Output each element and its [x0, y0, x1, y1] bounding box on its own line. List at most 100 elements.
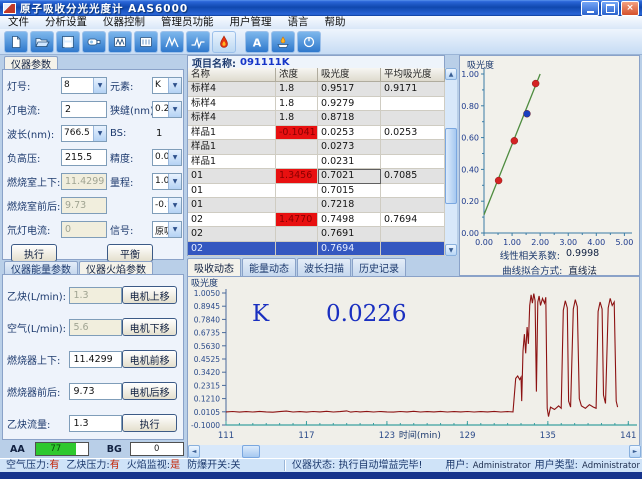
menu-item-6[interactable]: 语言: [280, 16, 317, 29]
chevron-down-icon[interactable]: ▼: [168, 78, 181, 93]
table-row-9[interactable]: 010.7218: [188, 198, 445, 213]
table-row-5[interactable]: 样品10.0273: [188, 140, 445, 155]
param-field-7b[interactable]: 原吸▼: [152, 221, 182, 238]
tab-dynamics-3[interactable]: 波长扫描: [297, 258, 351, 276]
table-row-1[interactable]: 标样41.80.95170.9171: [188, 82, 445, 97]
instrument-status-value: 执行自动增益完毕!: [339, 460, 423, 471]
table-row-12[interactable]: 020.7694: [188, 242, 445, 257]
tab-dynamics-2[interactable]: 能量动态: [242, 258, 296, 276]
column-header-2[interactable]: 浓度: [276, 68, 318, 82]
chevron-down-icon[interactable]: ▼: [168, 174, 181, 189]
auto-gain-button[interactable]: A: [245, 31, 269, 53]
avg-cell: [381, 227, 445, 242]
scroll-thumb[interactable]: [242, 445, 260, 458]
title-bar[interactable]: 原子吸收分光光度计 AAS6000 ×: [0, 0, 642, 16]
table-row-10[interactable]: 021.47700.74980.7694: [188, 213, 445, 228]
scroll-left-icon[interactable]: ◄: [188, 445, 200, 458]
param-field-2b[interactable]: 0.2▼: [152, 101, 182, 118]
project-name-value: 091111K: [240, 57, 290, 68]
menu-item-1[interactable]: 文件: [0, 16, 37, 29]
chevron-down-icon[interactable]: ▼: [168, 102, 181, 117]
scroll-down-icon[interactable]: ▼: [445, 244, 457, 256]
param-row-4: 负高压:215.5精度:0.0000▼: [3, 145, 183, 169]
flame-field-4[interactable]: 9.73: [69, 383, 122, 400]
tab-instrument-params-1[interactable]: 仪器参数: [4, 56, 58, 69]
motor-button-3[interactable]: 电机前移: [122, 350, 177, 368]
save-button[interactable]: [56, 31, 80, 53]
param-field-5b[interactable]: 1.0050▼: [152, 173, 182, 190]
avg-cell: [381, 140, 445, 155]
flame-field-3[interactable]: 11.4299: [69, 351, 122, 368]
scroll-track[interactable]: [445, 80, 457, 244]
tab-dynamics-1[interactable]: 吸收动态: [187, 258, 241, 276]
table-row-8[interactable]: 010.7015: [188, 184, 445, 199]
power-button[interactable]: [297, 31, 321, 53]
param-field-1b[interactable]: K▼: [152, 77, 182, 94]
table-row-7[interactable]: 011.34560.70210.7085: [188, 169, 445, 184]
svg-text:123: 123: [379, 431, 395, 441]
element-lamp-button[interactable]: [108, 31, 132, 53]
tab-left-lower-2[interactable]: 仪器火焰参数: [79, 261, 153, 274]
column-header-3[interactable]: 吸光度: [318, 68, 381, 82]
svg-text:0.80: 0.80: [461, 102, 479, 111]
table-row-3[interactable]: 标样41.80.8718: [188, 111, 445, 126]
flame-button[interactable]: [212, 31, 236, 53]
menu-item-4[interactable]: 管理员功能: [153, 16, 222, 29]
table-scrollbar[interactable]: ▲ ▼: [445, 68, 457, 256]
correlation-value: 0.9998: [566, 248, 599, 262]
param-field-2a[interactable]: 2: [61, 101, 107, 118]
param-field-1a[interactable]: 8▼: [61, 77, 107, 94]
close-button[interactable]: ×: [621, 1, 639, 16]
window-title: 原子吸收分光光度计 AAS6000: [20, 1, 188, 16]
time-scrollbar[interactable]: ◄ ►: [188, 445, 641, 458]
menu-item-2[interactable]: 分析设置: [37, 16, 95, 29]
chevron-down-icon[interactable]: ▼: [93, 78, 106, 93]
wavelength-peaks-button[interactable]: [160, 31, 184, 53]
scroll-right-icon[interactable]: ►: [629, 445, 641, 458]
table-row-4[interactable]: 样品1-0.10410.02530.0253: [188, 126, 445, 141]
table-row-6[interactable]: 样品10.0231: [188, 155, 445, 170]
param-field-3a[interactable]: 766.5▼: [61, 125, 107, 142]
param-field-5a: 11.4299: [61, 173, 107, 190]
table-row-11[interactable]: 020.7691: [188, 227, 445, 242]
param-field-4b[interactable]: 0.0000▼: [152, 149, 182, 166]
chevron-down-icon[interactable]: ▼: [168, 150, 181, 165]
motor-button-5[interactable]: 执行: [122, 414, 177, 432]
calibration-ylabel: 吸光度: [467, 58, 494, 71]
menu-item-7[interactable]: 帮助: [317, 16, 354, 29]
hollow-cathode-lamp-button[interactable]: [82, 31, 106, 53]
scroll-thumb[interactable]: [445, 128, 457, 204]
column-header-4[interactable]: 平均吸光度: [381, 68, 445, 82]
table-row-2[interactable]: 标样41.80.9279: [188, 97, 445, 112]
minimize-button[interactable]: [581, 1, 599, 16]
maximize-button[interactable]: [601, 1, 619, 16]
motor-button-2[interactable]: 电机下移: [122, 318, 177, 336]
column-header-1[interactable]: 名称: [188, 68, 276, 82]
motor-button-4[interactable]: 电机后移: [122, 382, 177, 400]
scroll-track[interactable]: [200, 445, 629, 458]
chevron-down-icon[interactable]: ▼: [168, 222, 181, 237]
scroll-up-icon[interactable]: ▲: [445, 68, 457, 80]
abs-cell: 0.7691: [318, 227, 381, 242]
flame-field-5[interactable]: 1.3: [69, 415, 122, 432]
tab-left-lower-1[interactable]: 仪器能量参数: [4, 261, 78, 274]
param-field-6b[interactable]: -0.1000▼: [152, 197, 182, 214]
status-item-label: 乙炔压力:: [66, 460, 109, 471]
signal-wave-button[interactable]: [186, 31, 210, 53]
new-file-button[interactable]: [4, 31, 28, 53]
param-field-4a[interactable]: 215.5: [61, 149, 107, 166]
chevron-down-icon[interactable]: ▼: [93, 126, 106, 141]
param-control: 1.0050▼: [152, 173, 182, 190]
motor-button-1[interactable]: 电机上移: [122, 286, 177, 304]
execute-button[interactable]: 执行: [11, 244, 57, 262]
sample-cell-button[interactable]: [134, 31, 158, 53]
burner-button[interactable]: [271, 31, 295, 53]
menu-item-5[interactable]: 用户管理: [222, 16, 280, 29]
chevron-down-icon[interactable]: ▼: [168, 198, 181, 213]
name-cell: 02: [188, 242, 276, 257]
open-file-button[interactable]: [30, 31, 54, 53]
balance-button[interactable]: 平衡: [107, 244, 153, 262]
status-item-label: 火焰监视:: [127, 460, 170, 471]
menu-item-3[interactable]: 仪器控制: [95, 16, 153, 29]
tab-dynamics-4[interactable]: 历史记录: [352, 258, 406, 276]
